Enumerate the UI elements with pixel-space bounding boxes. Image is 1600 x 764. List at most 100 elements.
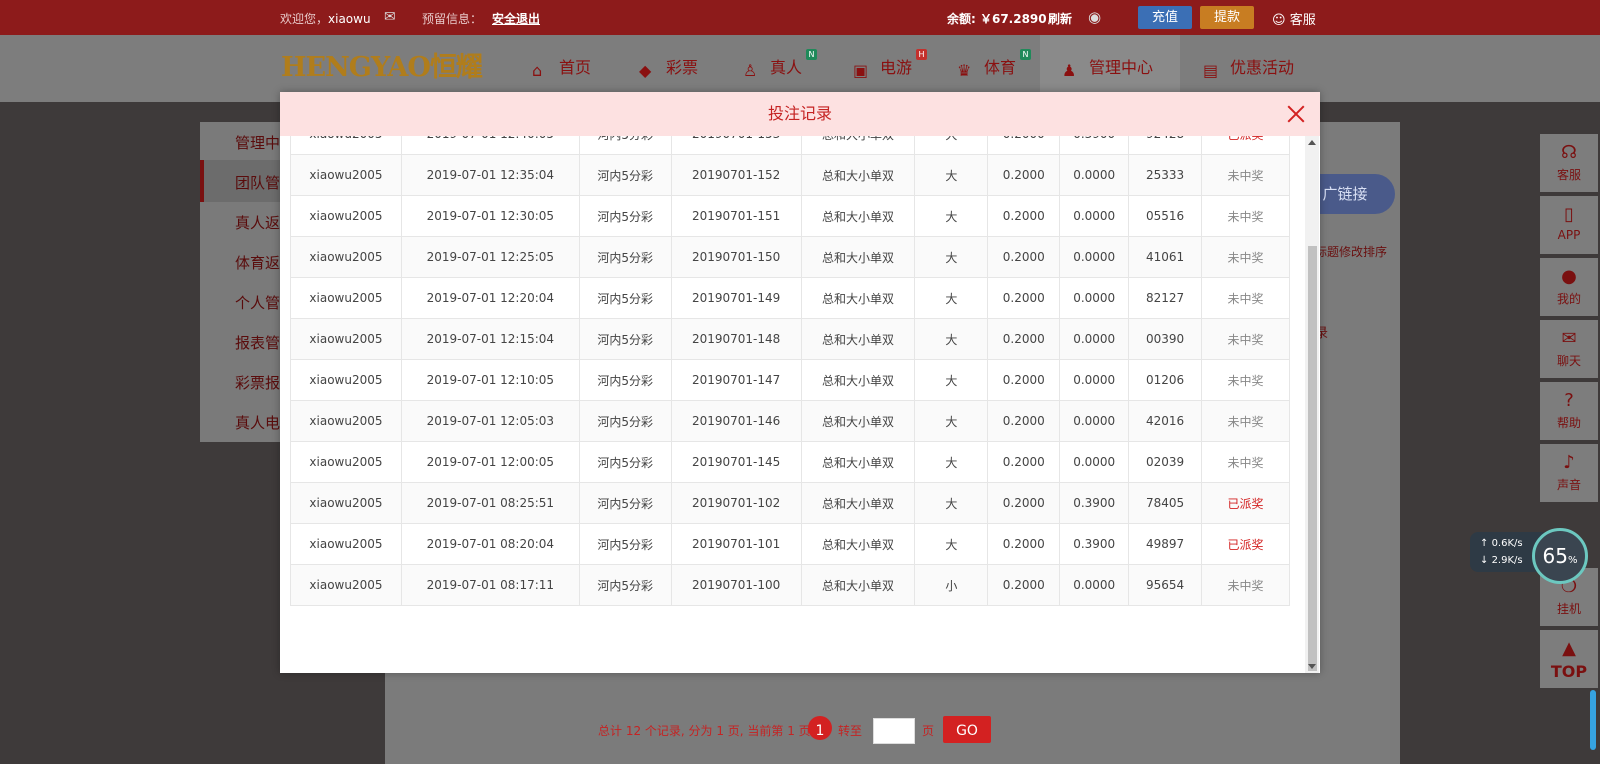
table-cell: 大: [914, 195, 989, 237]
table-cell: 0.2000: [987, 154, 1061, 196]
table-cell: 2019-07-01 12:10:05: [400, 359, 580, 401]
table-cell: 0.2000: [987, 482, 1061, 524]
scroll-up-arrow[interactable]: [1308, 140, 1316, 145]
go-button[interactable]: GO: [943, 716, 991, 743]
table-cell: 大: [914, 277, 989, 319]
table-row: xiaowu2005 2019-07-01 12:10:05 河内5分彩 201907…: [290, 359, 1290, 401]
slot-machine-icon: ▣: [853, 61, 869, 80]
table-cell: 20190701-146: [670, 400, 802, 442]
table-cell: 未中奖: [1201, 277, 1290, 319]
pager-current-page[interactable]: 1: [808, 716, 832, 740]
table-cell: 未中奖: [1201, 195, 1290, 237]
table-row: xiaowu2005 2019-07-01 12:35:04 河内5分彩 201907…: [290, 154, 1290, 196]
side-menu-item[interactable]: 报表管: [235, 332, 280, 353]
table-cell: 95654: [1128, 564, 1203, 606]
eye-icon[interactable]: ◉: [1088, 8, 1101, 26]
gift-icon: ▤: [1203, 61, 1219, 80]
float-top[interactable]: ▲ TOP: [1540, 630, 1598, 688]
table-cell: 未中奖: [1201, 564, 1290, 606]
table-cell: 大: [914, 359, 989, 401]
float-chat[interactable]: ✉ 聊天: [1540, 320, 1598, 378]
table-cell: 已派奖: [1201, 523, 1290, 565]
side-menu-item[interactable]: 管理中: [235, 132, 280, 153]
table-cell: 总和大小单双: [800, 136, 916, 155]
float-mine[interactable]: ● 我的: [1540, 258, 1598, 316]
table-cell: 小: [914, 564, 989, 606]
pager-goto-label: 转至: [838, 724, 863, 738]
float-app[interactable]: ▯ APP: [1540, 196, 1598, 254]
mail-icon[interactable]: ✉: [384, 9, 396, 25]
float-sound[interactable]: ♪ 声音: [1540, 444, 1598, 502]
table-cell: 0.2000: [987, 359, 1061, 401]
modal-title: 投注记录: [767, 104, 832, 123]
logout-link[interactable]: 安全退出: [492, 10, 540, 27]
side-menu-item[interactable]: 真人返: [235, 212, 280, 233]
scroll-thumb[interactable]: [1308, 246, 1317, 671]
table-cell: xiaowu2005: [290, 564, 402, 606]
arrow-up-icon: ▲: [1562, 638, 1576, 659]
table-row: xiaowu2005 2019-07-01 08:17:11 河内5分彩 201907…: [290, 564, 1290, 606]
memory-gauge[interactable]: 65%: [1532, 528, 1588, 584]
table-cell: 0.0000: [1059, 441, 1130, 483]
table-cell: 01206: [1128, 359, 1203, 401]
table-cell: 河内5分彩: [578, 318, 672, 360]
nav-promotions[interactable]: ▤ 优惠活动: [1203, 57, 1294, 80]
ticket-icon: ◆: [639, 61, 652, 80]
table-cell: 0.0000: [1059, 154, 1130, 196]
side-menu-item[interactable]: 团队管: [235, 172, 280, 193]
table-cell: 总和大小单双: [800, 523, 916, 565]
withdraw-button[interactable]: 提款: [1200, 6, 1254, 29]
table-cell: 0.2000: [987, 523, 1061, 565]
records-table: xiaowu20052019-07-01 12:40:05河内5分彩201907…: [290, 136, 1290, 606]
scroll-indicator: [1590, 690, 1596, 750]
table-cell: 2019-07-01 08:17:11: [400, 564, 580, 606]
nav-live[interactable]: ♙ 真人 N: [743, 49, 817, 80]
side-menu-item[interactable]: 体育返: [235, 252, 280, 273]
headset-icon: ☊: [1561, 142, 1577, 163]
close-icon[interactable]: [1284, 102, 1308, 126]
scroll-down-arrow[interactable]: [1308, 664, 1316, 669]
table-cell: 20190701-152: [670, 154, 802, 196]
site-logo[interactable]: HENGYAO恒耀: [281, 51, 487, 85]
table-cell: 20190701-148: [670, 318, 802, 360]
nav-home[interactable]: ⌂ 首页: [532, 57, 591, 80]
table-cell: 20190701-102: [670, 482, 802, 524]
table-cell: 总和大小单双: [800, 564, 916, 606]
service-link[interactable]: ☺ 客服: [1272, 9, 1316, 28]
table-cell: 82127: [1128, 277, 1203, 319]
nav-management[interactable]: ♟ 管理中心: [1062, 57, 1153, 80]
refresh-link[interactable]: 刷新: [1048, 10, 1072, 27]
table-cell: xiaowu2005: [290, 441, 402, 483]
upload-speed: ↑ 0.6K/s: [1480, 538, 1523, 549]
table-cell: 大: [914, 236, 989, 278]
table-cell: 2019-07-01 12:30:05: [400, 195, 580, 237]
pagination: 总计 12 个记录, 分为 1 页, 当前第 1 页 1 转至 页 GO: [280, 716, 1320, 746]
float-service[interactable]: ☊ 客服: [1540, 134, 1598, 192]
page-number-input[interactable]: [873, 718, 915, 744]
home-icon: ⌂: [532, 61, 543, 80]
table-cell: 已派奖: [1201, 136, 1290, 155]
nav-lottery[interactable]: ◆ 彩票: [639, 57, 698, 80]
side-menu-item[interactable]: 彩票报: [235, 372, 280, 393]
table-row: xiaowu2005 2019-07-01 12:20:04 河内5分彩 201907…: [290, 277, 1290, 319]
side-menu-item[interactable]: 真人电: [235, 412, 280, 433]
table-cell: 河内5分彩: [578, 359, 672, 401]
table-cell: 河内5分彩: [578, 523, 672, 565]
float-help[interactable]: ? 帮助: [1540, 382, 1598, 440]
records-table-container[interactable]: xiaowu20052019-07-01 12:40:05河内5分彩201907…: [290, 136, 1290, 700]
table-cell: 2019-07-01 12:00:05: [400, 441, 580, 483]
table-cell: 78405: [1128, 482, 1203, 524]
modal-scrollbar[interactable]: [1305, 136, 1319, 673]
table-row: xiaowu2005 2019-07-01 12:00:05 河内5分彩 201907…: [290, 441, 1290, 483]
table-cell: 河内5分彩: [578, 482, 672, 524]
side-menu-item[interactable]: 个人管: [235, 292, 280, 313]
nav-sports[interactable]: ♛ 体育 N: [957, 49, 1031, 80]
table-row: xiaowu2005 2019-07-01 12:25:05 河内5分彩 201907…: [290, 236, 1290, 278]
table-cell: 未中奖: [1201, 318, 1290, 360]
recharge-button[interactable]: 充值: [1138, 6, 1192, 29]
table-row: xiaowu2005 2019-07-01 12:30:05 河内5分彩 201907…: [290, 195, 1290, 237]
nav-slots[interactable]: ▣ 电游 H: [853, 49, 927, 80]
table-cell: 未中奖: [1201, 441, 1290, 483]
balance: 余额: ￥67.2890: [947, 12, 1047, 26]
table-cell: 2019-07-01 12:25:05: [400, 236, 580, 278]
